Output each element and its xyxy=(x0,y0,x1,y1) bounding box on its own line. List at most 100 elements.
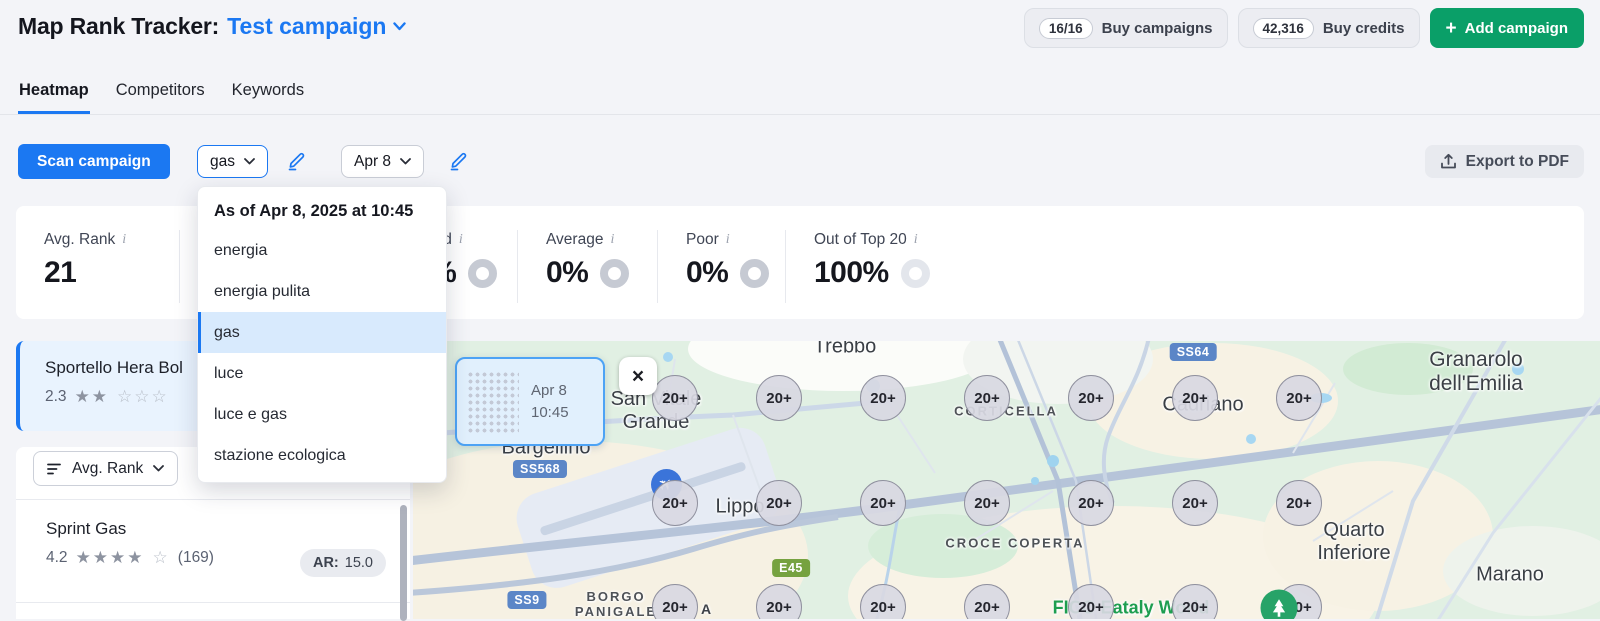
pencil-icon xyxy=(449,149,471,171)
stat-label: Out of Top 20 xyxy=(814,231,907,249)
map-cluster-marker[interactable]: 20+ xyxy=(756,480,802,526)
sort-select[interactable]: Avg. Rank xyxy=(33,451,178,486)
edit-keywords-button[interactable] xyxy=(285,148,311,174)
map-cluster-marker[interactable]: 20+ xyxy=(652,480,698,526)
keyword-select[interactable]: gas xyxy=(197,145,268,178)
tab-competitors[interactable]: Competitors xyxy=(115,79,206,114)
keyword-option-gas[interactable]: gas xyxy=(198,312,446,353)
info-icon[interactable]: i xyxy=(914,232,918,248)
info-icon[interactable]: i xyxy=(459,232,463,248)
avg-rank-badge: AR: 15.0 xyxy=(300,549,386,577)
date-select-value: Apr 8 xyxy=(354,153,391,171)
star-icons-filled: ★★★★ xyxy=(76,548,145,568)
info-icon[interactable]: i xyxy=(610,232,614,248)
reviews-count: (169) xyxy=(178,549,214,567)
scan-date-tooltip[interactable]: Apr 8 10:45 xyxy=(455,357,605,446)
keyword-option-energia-pulita[interactable]: energia pulita xyxy=(198,271,446,312)
map-cluster-marker[interactable]: 20+ xyxy=(1172,375,1218,421)
buy-campaigns-button[interactable]: 16/16 Buy campaigns xyxy=(1024,8,1228,48)
stat-donut xyxy=(468,259,497,288)
map-cluster-marker[interactable]: 20+ xyxy=(964,375,1010,421)
map-cluster-marker[interactable]: 20+ xyxy=(964,480,1010,526)
info-icon[interactable]: i xyxy=(122,232,126,248)
campaign-selector[interactable]: Test campaign xyxy=(227,13,406,40)
keyword-select-value: gas xyxy=(210,153,235,171)
business-list-item[interactable]: Sprint Gas 4.2 ★★★★ ☆ (169) AR: 15.0 xyxy=(16,500,410,603)
page-title: Map Rank Tracker: xyxy=(18,13,219,40)
map-cluster-marker[interactable]: 20+ xyxy=(1068,375,1114,421)
map-cluster-marker[interactable]: 20+ xyxy=(1172,480,1218,526)
map-cluster-marker[interactable]: 20+ xyxy=(756,375,802,421)
buy-credits-button[interactable]: 42,316 Buy credits xyxy=(1238,8,1420,48)
road-badge-ss64: SS64 xyxy=(1170,343,1217,361)
stat-value: 21 xyxy=(44,256,76,290)
map-canvas[interactable]: Trebbo SS64 Granarolodell'Emilia San Vit… xyxy=(413,341,1600,619)
map-cluster-marker[interactable]: 20+ xyxy=(860,375,906,421)
ar-label: AR: xyxy=(313,555,339,571)
star-icons-filled: ★★ xyxy=(75,387,109,407)
chevron-down-icon xyxy=(393,22,406,31)
sort-icon xyxy=(47,462,62,476)
page-header: Map Rank Tracker: Test campaign xyxy=(18,13,406,40)
campaign-name: Test campaign xyxy=(227,13,386,40)
map-label-borgo-panigale: BORGOPANIGALE xyxy=(575,589,657,619)
stat-average: Averagei 0% xyxy=(518,206,658,319)
stat-label: Poor xyxy=(686,231,719,249)
stat-donut xyxy=(740,259,769,288)
dropdown-header: As of Apr 8, 2025 at 10:45 xyxy=(198,187,446,230)
map-label-fragment: A xyxy=(701,601,713,617)
tooltip-date: Apr 8 xyxy=(531,380,569,402)
star-icons-empty: ☆☆☆ xyxy=(117,387,169,407)
add-campaign-label: Add campaign xyxy=(1465,20,1568,37)
stat-label: Average xyxy=(546,231,603,249)
stat-value: 0% xyxy=(686,256,728,290)
tab-heatmap[interactable]: Heatmap xyxy=(18,79,90,114)
keyword-dropdown-menu: As of Apr 8, 2025 at 10:45 energia energ… xyxy=(197,186,447,483)
stat-avg-rank: Avg. Ranki 21 xyxy=(16,206,180,319)
stat-value: 100% xyxy=(814,256,889,290)
export-pdf-label: Export to PDF xyxy=(1466,153,1569,171)
map-cluster-marker[interactable]: 20+ xyxy=(652,375,698,421)
star-icons-empty: ☆ xyxy=(153,548,170,568)
date-select[interactable]: Apr 8 xyxy=(341,145,424,178)
map-cluster-marker[interactable]: 20+ xyxy=(1276,375,1322,421)
chevron-down-icon xyxy=(400,158,411,165)
plus-icon: + xyxy=(1446,19,1457,38)
export-pdf-button[interactable]: Export to PDF xyxy=(1425,145,1584,178)
chevron-down-icon xyxy=(244,158,255,165)
map-label-trebbo: Trebbo xyxy=(814,341,877,359)
buy-credits-label: Buy credits xyxy=(1323,20,1405,37)
toolbar: Scan campaign gas Apr 8 Export to PDF xyxy=(0,144,1600,179)
scan-campaign-button[interactable]: Scan campaign xyxy=(18,144,170,179)
keyword-option-energia[interactable]: energia xyxy=(198,230,446,271)
map-cluster-marker[interactable]: 20+ xyxy=(1068,480,1114,526)
keyword-option-luce-e-gas[interactable]: luce e gas xyxy=(198,394,446,435)
close-icon[interactable]: × xyxy=(619,357,657,395)
buy-campaigns-label: Buy campaigns xyxy=(1102,20,1213,37)
sort-select-value: Avg. Rank xyxy=(72,460,143,478)
road-badge-ss568: SS568 xyxy=(513,460,567,478)
tooltip-time: 10:45 xyxy=(531,402,569,424)
map-label-croce-coperta: CROCE COPERTA xyxy=(945,536,1084,551)
stat-donut xyxy=(600,259,629,288)
heatmap-grid-icon xyxy=(467,371,519,433)
road-badge-e45: E45 xyxy=(772,559,810,577)
edit-dates-button[interactable] xyxy=(447,148,473,174)
map-cluster-marker[interactable]: 20+ xyxy=(1276,480,1322,526)
stat-donut xyxy=(901,259,930,288)
chevron-down-icon xyxy=(153,465,164,472)
list-scrollbar[interactable] xyxy=(400,505,407,621)
map-cluster-marker[interactable]: 20+ xyxy=(860,480,906,526)
keyword-option-stazione-ecologica[interactable]: stazione ecologica xyxy=(198,435,446,476)
campaigns-count-badge: 16/16 xyxy=(1039,18,1093,39)
tab-keywords[interactable]: Keywords xyxy=(231,79,305,114)
keyword-option-luce[interactable]: luce xyxy=(198,353,446,394)
stat-out-of-top20: Out of Top 20 i 100% xyxy=(786,206,1584,319)
map-label-quarto-inferiore: QuartoInferiore xyxy=(1317,519,1390,565)
info-icon[interactable]: i xyxy=(726,232,730,248)
rating-value: 2.3 xyxy=(45,388,67,406)
add-campaign-button[interactable]: + Add campaign xyxy=(1430,8,1584,48)
stat-poor: Poori 0% xyxy=(658,206,786,319)
business-name: Sprint Gas xyxy=(46,519,410,539)
road-badge-ss9: SS9 xyxy=(507,591,546,609)
